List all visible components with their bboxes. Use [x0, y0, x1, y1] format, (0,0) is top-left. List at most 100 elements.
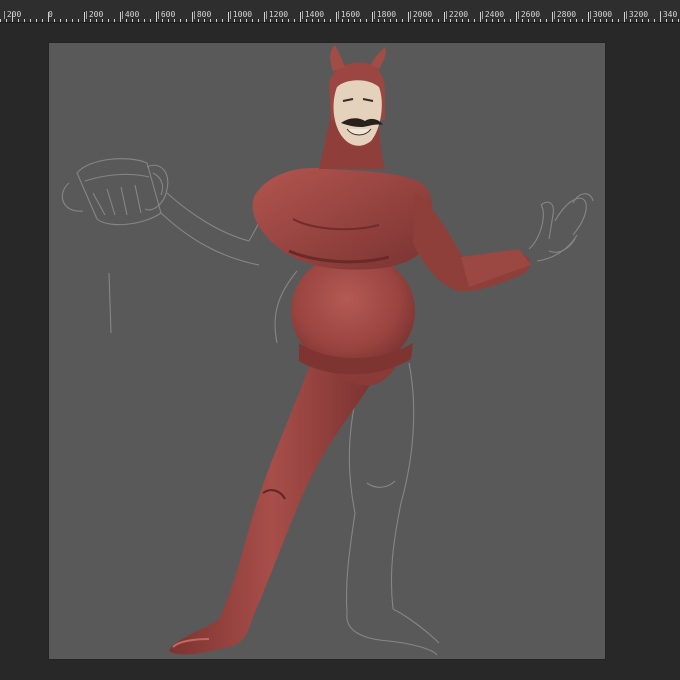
ruler-tick — [168, 19, 169, 22]
ruler-tick — [564, 19, 565, 22]
ruler-tick — [252, 19, 253, 22]
ruler-tick — [300, 12, 301, 22]
ruler-tick — [294, 19, 295, 22]
ruler-tick — [432, 19, 433, 22]
ruler-tick — [606, 19, 607, 22]
ruler-tick — [54, 19, 55, 22]
ruler-tick — [108, 19, 109, 22]
ruler-tick — [414, 19, 415, 22]
ruler-tick — [324, 19, 325, 22]
ruler-tick — [228, 12, 229, 22]
artwork-painting — [61, 45, 594, 656]
ruler-tick — [246, 19, 247, 22]
ruler-tick — [354, 19, 355, 22]
ruler-label: |2400 — [480, 10, 505, 19]
ruler-tick — [216, 19, 217, 22]
ruler-label: |2600 — [516, 10, 541, 19]
ruler-tick — [342, 19, 343, 22]
ruler-label: |800 — [192, 10, 212, 19]
ruler-tick — [576, 19, 577, 22]
ruler-tick — [78, 19, 79, 22]
ruler-tick — [138, 19, 139, 22]
ruler-tick — [546, 19, 547, 22]
ruler-tick — [318, 19, 319, 22]
ruler-tick — [336, 12, 337, 22]
ruler-tick — [258, 19, 259, 22]
ruler-tick — [282, 19, 283, 22]
ruler-tick — [474, 19, 475, 22]
ruler-tick — [618, 19, 619, 22]
ruler-tick — [60, 19, 61, 22]
ruler-tick — [630, 19, 631, 22]
ruler-tick — [612, 19, 613, 22]
ruler-tick — [468, 19, 469, 22]
ruler-label: |1000 — [228, 10, 253, 19]
ruler-tick — [378, 19, 379, 22]
ruler-tick — [588, 12, 589, 22]
ruler-tick — [480, 12, 481, 22]
ruler-tick — [558, 19, 559, 22]
ruler-tick — [504, 19, 505, 22]
ruler-tick — [48, 12, 49, 22]
ruler-label: |1400 — [300, 10, 325, 19]
ruler-tick — [234, 19, 235, 22]
workspace[interactable] — [0, 23, 680, 680]
ruler-tick — [288, 19, 289, 22]
ruler-tick — [30, 19, 31, 22]
document-canvas[interactable] — [49, 43, 605, 659]
ruler-tick — [678, 19, 679, 22]
ruler-tick — [438, 19, 439, 22]
ruler-tick — [594, 19, 595, 22]
ruler-tick — [510, 19, 511, 22]
ruler-label: |1600 — [336, 10, 361, 19]
ruler-tick — [12, 12, 13, 22]
ruler-tick — [582, 19, 583, 22]
ruler-tick — [270, 19, 271, 22]
ruler-tick — [570, 19, 571, 22]
ruler-tick — [642, 19, 643, 22]
ruler-tick — [444, 12, 445, 22]
ruler-tick — [36, 19, 37, 22]
ruler-tick — [648, 19, 649, 22]
ruler-label: |1800 — [372, 10, 397, 19]
horizontal-ruler[interactable]: |200 0 |200 |400 |600 |800 |1000 |1200 |… — [0, 0, 680, 23]
ruler-label: |2000 — [408, 10, 433, 19]
ruler-tick — [84, 12, 85, 22]
ruler-tick — [96, 19, 97, 22]
ruler-tick — [660, 12, 661, 22]
ruler-tick — [384, 19, 385, 22]
ruler-tick — [18, 19, 19, 22]
ruler-tick — [114, 19, 115, 22]
ruler-tick — [6, 19, 7, 22]
ruler-tick — [66, 19, 67, 22]
ruler-tick — [102, 19, 103, 22]
ruler-tick — [360, 19, 361, 22]
ruler-tick — [396, 19, 397, 22]
ruler-tick — [276, 19, 277, 22]
ruler-tick — [24, 19, 25, 22]
ruler-tick — [240, 19, 241, 22]
ruler-tick — [198, 19, 199, 22]
ruler-tick — [222, 19, 223, 22]
ruler-tick — [666, 19, 667, 22]
ruler-tick — [516, 12, 517, 22]
ruler-label: |1200 — [264, 10, 289, 19]
ruler-tick — [462, 19, 463, 22]
ruler-tick — [174, 19, 175, 22]
ruler-tick — [132, 19, 133, 22]
ruler-label: |2200 — [444, 10, 469, 19]
ruler-tick — [264, 12, 265, 22]
ruler-tick — [450, 19, 451, 22]
ruler-tick — [498, 19, 499, 22]
ruler-tick — [348, 19, 349, 22]
ruler-tick — [552, 12, 553, 22]
ruler-tick — [210, 19, 211, 22]
ruler-tick — [204, 19, 205, 22]
painted-figure — [169, 45, 531, 655]
ruler-tick — [672, 19, 673, 22]
ruler-tick — [180, 19, 181, 22]
ruler-tick — [126, 19, 127, 22]
ruler-tick — [636, 19, 637, 22]
ruler-tick — [540, 19, 541, 22]
ruler-tick — [162, 19, 163, 22]
